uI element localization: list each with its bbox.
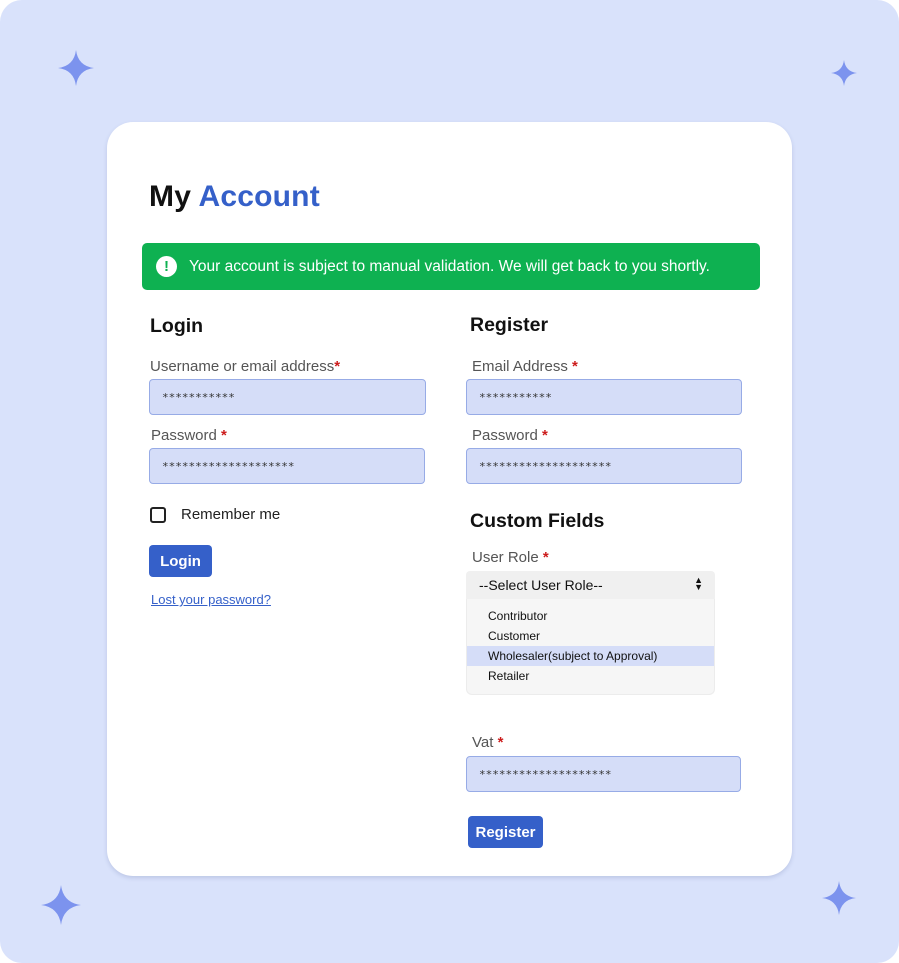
select-arrows-icon: ▲ ▼ xyxy=(694,575,703,592)
vat-label: Vat * xyxy=(472,734,503,751)
user-role-options: Contributor Customer Wholesaler(subject … xyxy=(466,599,715,695)
user-role-label-text: User Role xyxy=(472,549,539,566)
register-password-label: Password * xyxy=(472,427,548,444)
remember-me-checkbox[interactable] xyxy=(150,507,166,523)
register-heading: Register xyxy=(470,314,549,336)
register-password-label-text: Password xyxy=(472,427,538,444)
register-button[interactable]: Register xyxy=(468,816,543,848)
required-mark: * xyxy=(572,358,578,375)
required-mark: * xyxy=(542,549,549,566)
vat-label-text: Vat xyxy=(472,734,494,751)
login-password-label: Password * xyxy=(151,427,227,444)
user-role-select[interactable]: --Select User Role-- ▲ ▼ xyxy=(466,571,715,599)
custom-fields-heading: Custom Fields xyxy=(470,510,605,532)
sparkle-icon xyxy=(58,50,94,86)
email-label: Email Address * xyxy=(472,358,578,375)
login-password-input[interactable] xyxy=(149,448,425,484)
email-label-text: Email Address xyxy=(472,358,568,375)
vat-input[interactable] xyxy=(466,756,741,792)
validation-notice: ! Your account is subject to manual vali… xyxy=(142,243,760,290)
page-title: My Account xyxy=(149,180,320,214)
lost-password-link[interactable]: Lost your password? xyxy=(151,592,271,607)
remember-me-label: Remember me xyxy=(181,506,281,523)
sparkle-icon xyxy=(822,881,856,915)
notice-text: Your account is subject to manual valida… xyxy=(189,257,710,275)
login-heading: Login xyxy=(150,315,204,337)
role-option-customer[interactable]: Customer xyxy=(467,626,714,646)
role-option-contributor[interactable]: Contributor xyxy=(467,606,714,626)
login-password-label-text: Password xyxy=(151,427,217,444)
email-input[interactable] xyxy=(466,379,742,415)
account-card: My Account ! Your account is subject to … xyxy=(107,122,792,876)
required-mark: * xyxy=(221,427,227,444)
role-option-retailer[interactable]: Retailer xyxy=(467,666,714,686)
required-mark: * xyxy=(334,358,341,375)
title-part-my: My xyxy=(149,180,192,213)
title-part-account: Account xyxy=(198,180,320,213)
username-input[interactable] xyxy=(149,379,426,415)
exclamation-icon: ! xyxy=(156,256,177,277)
login-button[interactable]: Login xyxy=(149,545,212,577)
sparkle-icon xyxy=(831,60,857,86)
required-mark: * xyxy=(542,427,548,444)
username-label-text: Username or email address xyxy=(150,358,335,375)
required-mark: * xyxy=(497,734,504,751)
page-background: My Account ! Your account is subject to … xyxy=(0,0,899,963)
username-label: Username or email address* xyxy=(150,358,340,375)
user-role-selected: --Select User Role-- xyxy=(479,577,603,593)
user-role-label: User Role * xyxy=(472,549,549,566)
role-option-wholesaler[interactable]: Wholesaler(subject to Approval) xyxy=(467,646,714,666)
register-password-input[interactable] xyxy=(466,448,742,484)
sparkle-icon xyxy=(41,885,81,925)
